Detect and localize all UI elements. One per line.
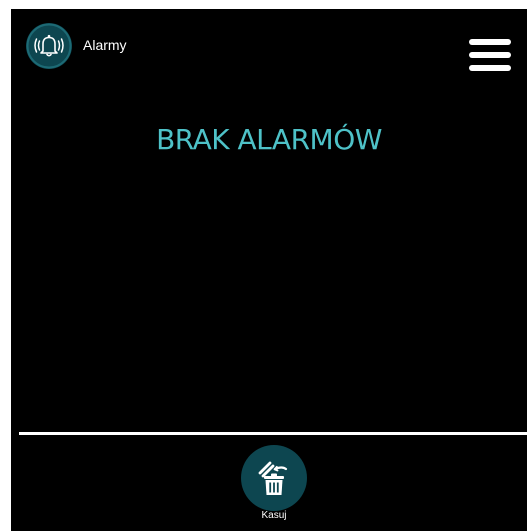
header-bar: Alarmy (11, 9, 527, 89)
menu-bar-top (469, 39, 511, 45)
menu-bar-bottom (469, 65, 511, 71)
empty-alarms-message: BRAK ALARMÓW (156, 123, 382, 156)
alarms-screen: Alarmy BRAK ALARMÓW Kasuj (11, 9, 527, 531)
delete-button-label: Kasuj (261, 510, 287, 521)
clear-trash-icon (258, 461, 288, 495)
page-title: Alarmy (83, 37, 127, 53)
menu-bar-middle (469, 52, 511, 58)
footer-bar: Kasuj (11, 435, 527, 531)
hamburger-menu-icon[interactable] (467, 37, 515, 73)
alarm-bell-icon (26, 23, 72, 69)
delete-alarms-button[interactable] (241, 445, 307, 511)
alarm-list-area: BRAK ALARMÓW (11, 89, 527, 432)
